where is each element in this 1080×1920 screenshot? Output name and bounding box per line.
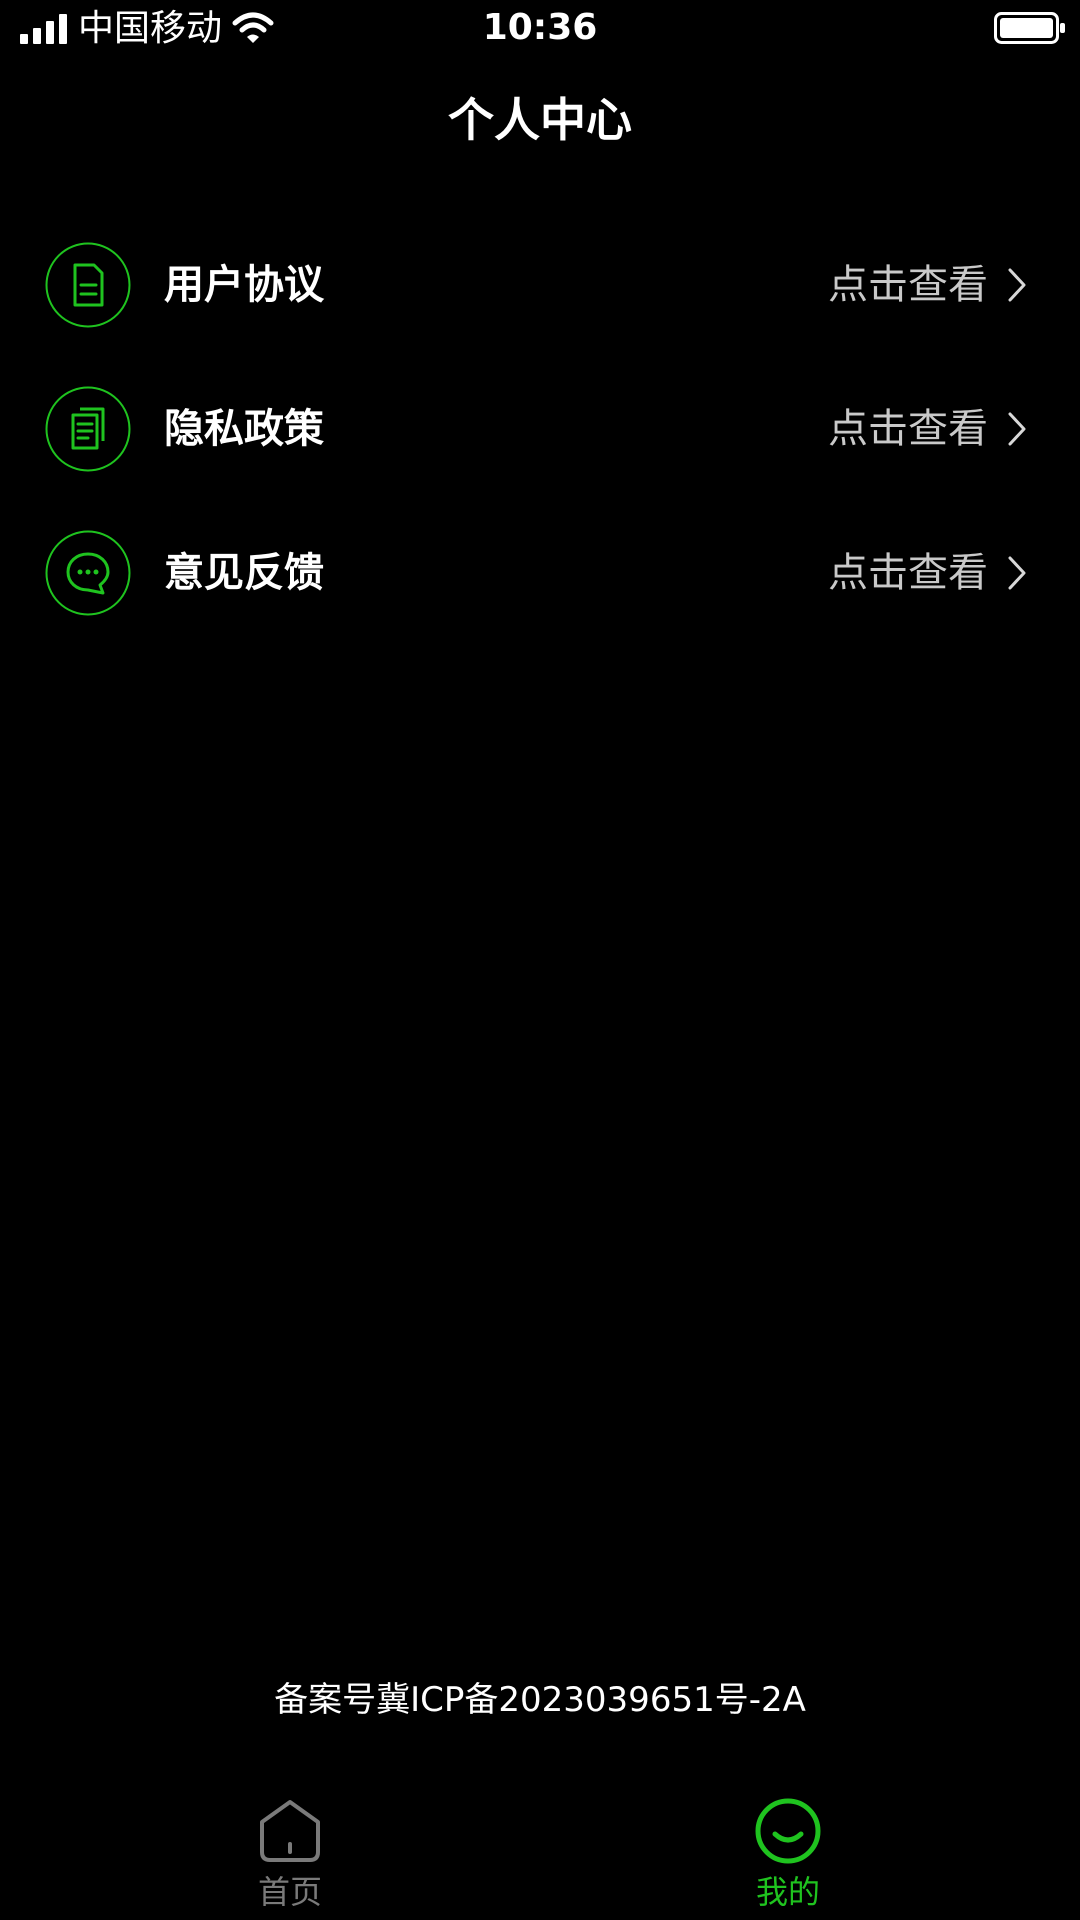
- menu-item-user-agreement[interactable]: 用户协议 点击查看: [0, 230, 1080, 340]
- menu-item-label: 隐私政策: [164, 406, 324, 452]
- chat-bubble-icon: [45, 530, 131, 616]
- view-link[interactable]: 点击查看: [828, 543, 988, 603]
- smile-icon: [755, 1798, 821, 1864]
- document-icon: [45, 242, 131, 328]
- chevron-right-icon: [1008, 268, 1026, 302]
- view-link[interactable]: 点击查看: [828, 255, 988, 315]
- menu-item-label: 用户协议: [164, 262, 324, 308]
- icp-filing-number: 备案号冀ICP备2023039651号-2A: [274, 1680, 806, 1720]
- battery-icon: [994, 12, 1065, 44]
- documents-stack-icon: [45, 386, 131, 472]
- chevron-right-icon: [1008, 412, 1026, 446]
- tab-label: 首页: [257, 1873, 322, 1911]
- tab-home[interactable]: 首页: [190, 1790, 390, 1920]
- chevron-right-icon: [1008, 556, 1026, 590]
- page-title: 个人中心: [448, 93, 632, 147]
- tab-label: 我的: [755, 1873, 820, 1911]
- status-bar: 中国移动 10:36: [0, 0, 1080, 58]
- view-link[interactable]: 点击查看: [828, 399, 988, 459]
- menu-item-privacy-policy[interactable]: 隐私政策 点击查看: [0, 374, 1080, 484]
- home-icon: [260, 1800, 320, 1862]
- menu-item-label: 意见反馈: [164, 550, 324, 596]
- menu-item-feedback[interactable]: 意见反馈 点击查看: [0, 518, 1080, 628]
- tab-mine[interactable]: 我的: [688, 1790, 888, 1920]
- status-time: 10:36: [482, 7, 598, 48]
